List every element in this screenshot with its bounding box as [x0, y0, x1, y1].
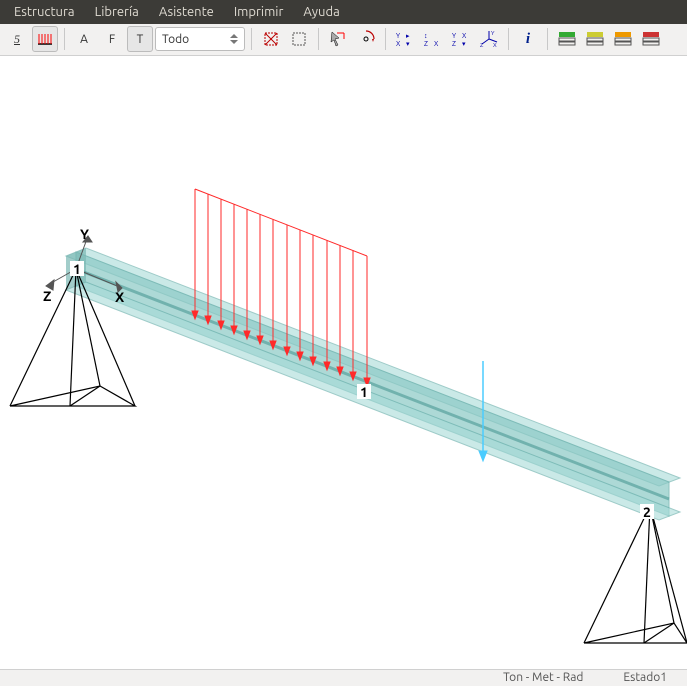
- svg-text:Z: Z: [452, 40, 456, 48]
- separator: [251, 28, 252, 50]
- table-orange-icon: [614, 30, 632, 48]
- support-right: [584, 506, 687, 643]
- axis-3d-icon: Y Z X: [480, 30, 498, 48]
- svg-text:▾: ▾: [462, 40, 466, 48]
- svg-text:X: X: [462, 32, 467, 40]
- table-green-icon: [558, 30, 576, 48]
- info-button[interactable]: i: [515, 26, 541, 52]
- svg-text:Y: Y: [452, 32, 456, 40]
- separator: [64, 28, 65, 50]
- node-2-label: 2: [643, 504, 651, 520]
- axis-y-label: Y: [80, 226, 89, 242]
- menu-libreria[interactable]: Librería: [85, 1, 149, 23]
- axis-z-label: Z: [43, 288, 51, 304]
- letter-f-button[interactable]: F: [99, 26, 125, 52]
- combo-spin-icon: [230, 34, 238, 44]
- menubar: Estructura Librería Asistente Imprimir A…: [0, 0, 687, 24]
- axis-zx-icon: ↕ ZX: [424, 30, 442, 48]
- axis-yx-button[interactable]: Y ▸ X ▾: [392, 26, 418, 52]
- table-green-button[interactable]: [554, 26, 580, 52]
- node-number-button[interactable]: 5: [4, 26, 30, 52]
- toolbar: 5 A F T Todo: [0, 24, 687, 56]
- table-yellow-button[interactable]: [582, 26, 608, 52]
- statusbar: Ton - Met - Rad Estado1: [0, 669, 687, 686]
- select-box-button[interactable]: [258, 26, 284, 52]
- select-box-icon: [262, 30, 280, 48]
- status-units: Ton - Met - Rad: [503, 671, 583, 684]
- table-orange-button[interactable]: [610, 26, 636, 52]
- select-window-button[interactable]: [286, 26, 312, 52]
- letter-t-button[interactable]: T: [127, 26, 153, 52]
- separator: [547, 28, 548, 50]
- separator: [385, 28, 386, 50]
- axis-3d-button[interactable]: Y Z X: [476, 26, 502, 52]
- cursor-button[interactable]: [325, 26, 351, 52]
- release-button[interactable]: [353, 26, 379, 52]
- axis-x-label: X: [115, 289, 125, 305]
- svg-text:Z: Z: [424, 40, 428, 48]
- load-value-label: 1: [360, 384, 368, 400]
- load-diagram-button[interactable]: [32, 26, 58, 52]
- svg-text:↕: ↕: [424, 32, 428, 40]
- release-icon: [357, 30, 375, 48]
- separator: [508, 28, 509, 50]
- svg-text:X: X: [434, 40, 439, 48]
- separator: [318, 28, 319, 50]
- svg-text:Y: Y: [491, 30, 495, 37]
- menu-ayuda[interactable]: Ayuda: [293, 1, 349, 23]
- menu-asistente[interactable]: Asistente: [149, 1, 224, 23]
- menu-imprimir[interactable]: Imprimir: [224, 1, 294, 23]
- filter-combo-value: Todo: [162, 33, 189, 46]
- svg-text:X: X: [396, 40, 401, 48]
- table-red-button[interactable]: [638, 26, 664, 52]
- select-window-icon: [290, 30, 308, 48]
- svg-text:▸: ▸: [406, 32, 410, 40]
- menu-estructura[interactable]: Estructura: [4, 1, 85, 23]
- scene-svg: X Y Z 1 2 1: [0, 56, 687, 666]
- axis-zx-button[interactable]: ↕ ZX: [420, 26, 446, 52]
- viewport-3d[interactable]: X Y Z 1 2 1: [0, 56, 687, 669]
- node-1-label: 1: [73, 261, 81, 277]
- letter-a-button[interactable]: A: [71, 26, 97, 52]
- svg-text:Y: Y: [396, 32, 400, 40]
- filter-combo[interactable]: Todo: [155, 27, 245, 51]
- axis-yx-icon: Y ▸ X ▾: [396, 30, 414, 48]
- table-yellow-icon: [586, 30, 604, 48]
- beam: [66, 248, 680, 520]
- table-red-icon: [642, 30, 660, 48]
- axis-yz-icon: YX Z ▾: [452, 30, 470, 48]
- svg-text:X: X: [493, 42, 497, 48]
- load-diagram-icon: [36, 30, 54, 48]
- cursor-icon: [329, 30, 347, 48]
- axis-yz-button[interactable]: YX Z ▾: [448, 26, 474, 52]
- svg-text:Z: Z: [480, 42, 484, 48]
- status-state: Estado1: [623, 671, 667, 684]
- svg-text:▾: ▾: [406, 40, 410, 48]
